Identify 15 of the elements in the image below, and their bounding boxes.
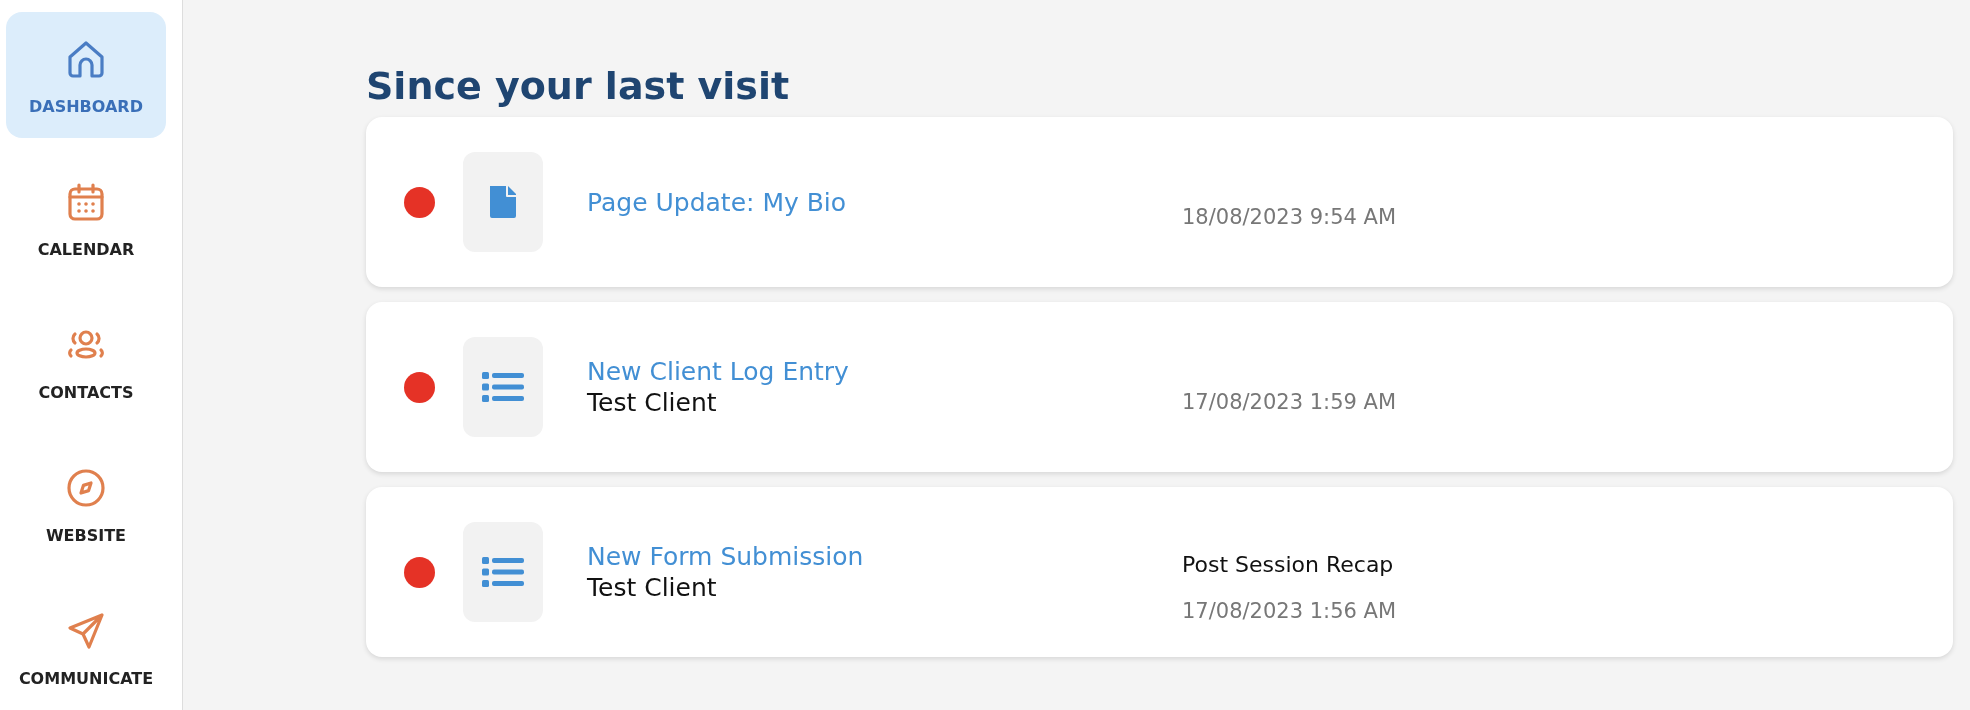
nav-item[interactable]: CALENDAR <box>6 155 166 281</box>
nav-item[interactable]: DASHBOARD <box>6 12 166 138</box>
client-name: Test Client <box>587 388 717 417</box>
nav-item[interactable]: WEBSITE <box>6 441 166 567</box>
section-heading: Since your last visit <box>366 64 791 108</box>
timestamp: 17/08/2023 1:59 AM <box>1182 390 1397 414</box>
document-icon <box>487 185 519 219</box>
form-name: Post Session Recap <box>1182 551 1394 577</box>
timestamp: 18/08/2023 9:54 AM <box>1182 205 1397 229</box>
client-name: Test Client <box>587 573 717 602</box>
nav-item[interactable]: COMMUNICATE <box>6 584 166 710</box>
list-icon <box>482 372 524 402</box>
timestamp: 17/08/2023 1:56 AM <box>1182 598 1397 623</box>
list-icon <box>482 557 524 587</box>
nav-item[interactable]: CONTACTS <box>6 298 166 424</box>
